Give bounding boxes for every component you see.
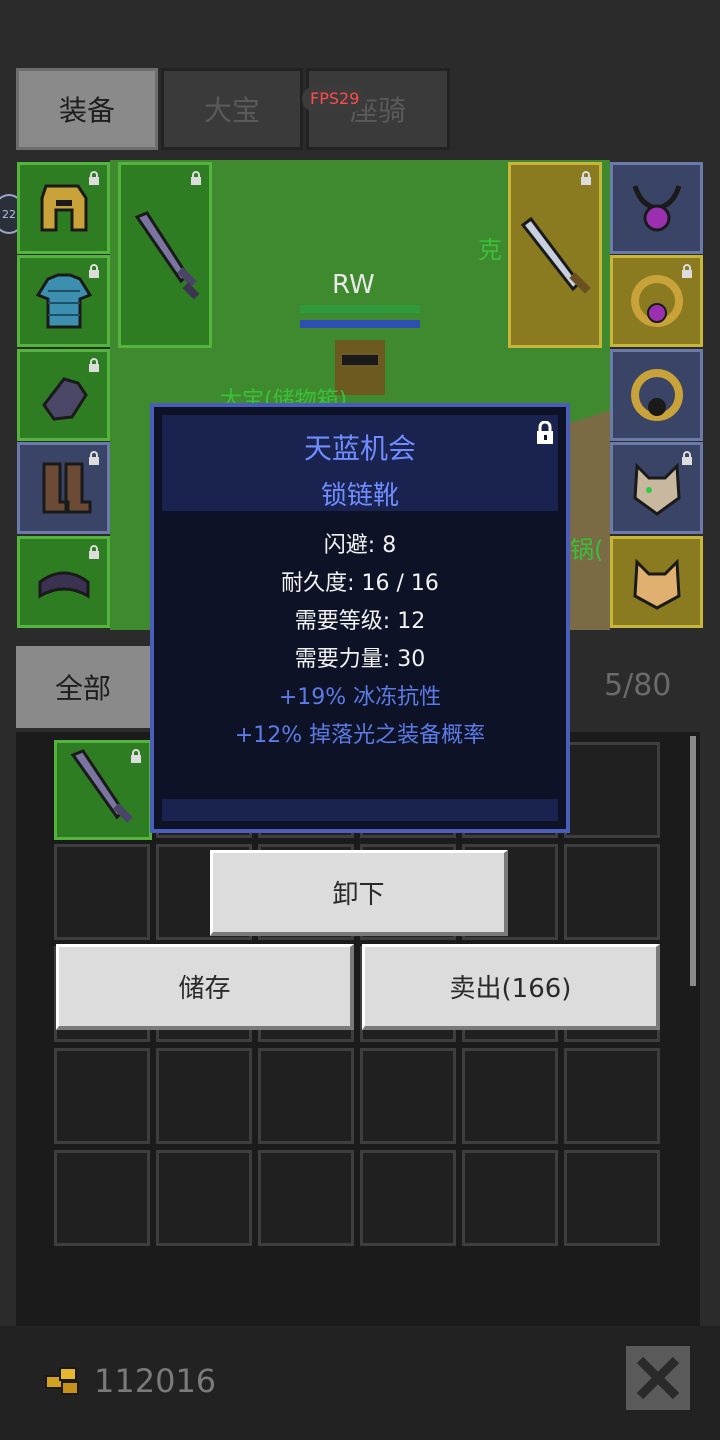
gold-coins-icon — [45, 1367, 79, 1395]
inventory-slot[interactable] — [258, 1048, 354, 1144]
cat-pet-icon — [632, 558, 681, 610]
tooltip-footer — [162, 799, 558, 821]
gloves-icon — [41, 377, 88, 421]
store-label: 储存 — [178, 974, 231, 1004]
item-tooltip: 天蓝机会 锁链靴 闪避: 8 耐久度: 16 / 16 需要等级: 12 需要力… — [150, 403, 570, 833]
store-button[interactable]: 储存 — [56, 944, 354, 1030]
lock-icon — [581, 171, 591, 185]
tab-equipment[interactable]: 装备 — [16, 68, 158, 150]
inventory-slot[interactable] — [564, 742, 660, 838]
boots-icon — [42, 462, 91, 514]
bonus-line: +12% 掉落光之装备概率 — [234, 723, 486, 748]
tab-equipment-label: 装备 — [58, 94, 115, 127]
amulet-slot[interactable] — [610, 162, 703, 254]
lock-icon — [89, 451, 99, 465]
ring-slot-1[interactable] — [610, 255, 703, 347]
tooltip-subtitle: 锁链靴 — [320, 481, 399, 511]
player-name: RW — [332, 270, 375, 300]
main-weapon-slot[interactable] — [118, 162, 212, 348]
filter-all-label: 全部 — [54, 672, 111, 705]
inventory-slot[interactable] — [156, 1048, 252, 1144]
tooltip-title: 天蓝机会 — [303, 432, 416, 465]
inventory-slot[interactable] — [258, 1150, 354, 1246]
helmet-icon — [40, 184, 87, 232]
inventory-slot[interactable] — [360, 1048, 456, 1144]
sword-icon — [134, 211, 200, 300]
pet-slot-2[interactable] — [610, 536, 703, 628]
boots-slot[interactable] — [17, 442, 110, 534]
inventory-slot[interactable] — [564, 1150, 660, 1246]
tooltip-stats: 闪避: 8 耐久度: 16 / 16 需要等级: 12 需要力量: 30 +19… — [154, 527, 566, 755]
gloves-slot[interactable] — [17, 349, 110, 441]
scene-label-2: 锅( — [570, 536, 604, 564]
inventory-count: 5/80 — [604, 668, 672, 703]
chainmail-armor-icon — [35, 273, 92, 329]
inventory-scrollbar[interactable] — [690, 736, 696, 986]
unequip-label: 卸下 — [332, 880, 385, 910]
inventory-slot[interactable] — [54, 1150, 150, 1246]
lock-icon — [682, 264, 692, 278]
wolf-pet-icon — [632, 462, 681, 516]
inventory-slot[interactable] — [156, 1150, 252, 1246]
stat-line: 需要力量: 30 — [294, 647, 426, 672]
belt-slot[interactable] — [17, 536, 110, 628]
stat-line: 闪避: 8 — [323, 533, 397, 558]
inventory-slot[interactable] — [360, 1150, 456, 1246]
inventory-slot[interactable] — [564, 844, 660, 940]
inventory-slot[interactable] — [54, 844, 150, 940]
scene-label-1: 克 — [478, 236, 502, 264]
armor-slot[interactable] — [17, 255, 110, 347]
close-button[interactable] — [626, 1346, 690, 1410]
bonus-line: +19% 冰冻抗性 — [278, 685, 442, 710]
pet-slot[interactable] — [610, 442, 703, 534]
sell-label: 卖出(166) — [449, 974, 572, 1004]
lock-icon — [191, 171, 201, 185]
purple-ring-icon — [630, 275, 683, 327]
lock-icon — [89, 264, 99, 278]
filter-all-button[interactable]: 全部 — [16, 646, 150, 728]
lock-icon — [89, 358, 99, 372]
offhand-weapon-slot[interactable] — [508, 162, 602, 348]
stat-line: 耐久度: 16 / 16 — [281, 571, 439, 596]
lock-icon — [89, 171, 99, 185]
lock-icon — [89, 545, 99, 559]
inventory-slot[interactable] — [54, 1048, 150, 1144]
gold-amount: 112016 — [94, 1362, 217, 1400]
lock-icon — [682, 451, 692, 465]
amulet-icon — [632, 185, 681, 232]
lock-icon — [131, 749, 141, 763]
belt-icon — [38, 571, 89, 599]
unequip-button[interactable]: 卸下 — [210, 850, 508, 936]
steel-sword-icon — [520, 216, 591, 294]
fps-counter: FPS29 — [302, 86, 368, 112]
inventory-slot[interactable] — [462, 1048, 558, 1144]
ring-slot-2[interactable] — [610, 349, 703, 441]
stat-line: 需要等级: 12 — [294, 609, 426, 634]
ring-icon — [630, 369, 683, 421]
sell-button[interactable]: 卖出(166) — [362, 944, 660, 1030]
inventory-slot[interactable] — [564, 1048, 660, 1144]
helmet-slot[interactable] — [17, 162, 110, 254]
inventory-item-sword[interactable] — [54, 740, 152, 840]
close-x-icon — [636, 1356, 680, 1400]
inventory-slot[interactable] — [462, 1150, 558, 1246]
tab-storage[interactable]: 大宝 — [161, 68, 303, 150]
tab-storage-label: 大宝 — [203, 94, 260, 127]
